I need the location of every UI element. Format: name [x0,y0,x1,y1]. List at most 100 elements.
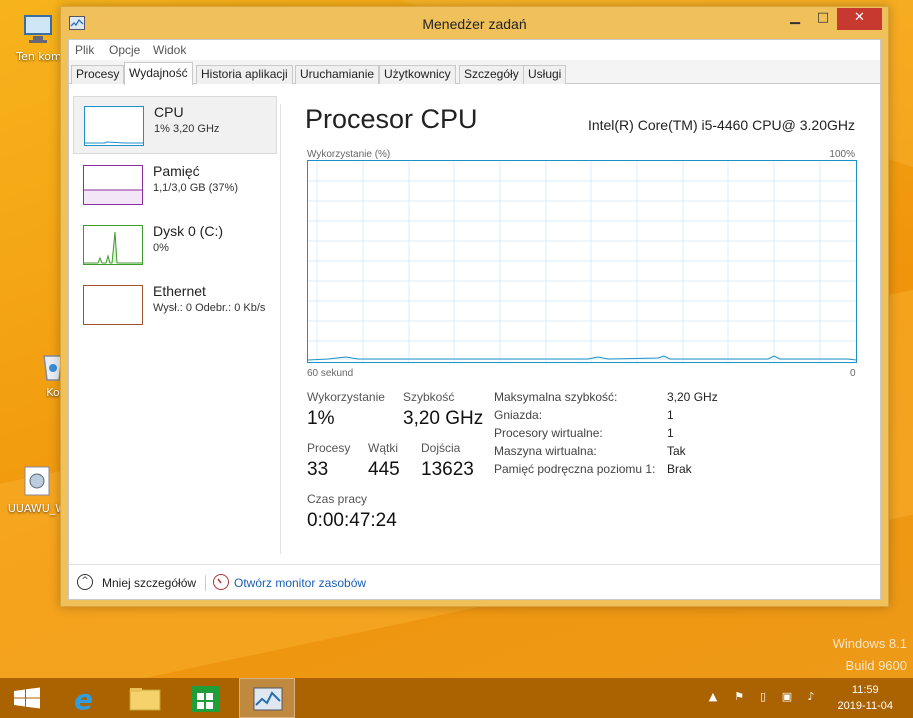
footer-bar: ^ Mniej szczegółów Otwórz monitor zasobó… [69,564,880,600]
window-client: Plik Opcje Widok Procesy Wydajność Histo… [68,39,881,600]
handles-label: Dojścia [421,441,461,455]
processes-value: 33 [307,459,329,480]
spec-label: Maszyna wirtualna: [494,444,597,458]
clock-time: 11:59 [851,684,879,696]
network-icon[interactable]: ▣ [780,690,794,704]
resource-monitor-icon[interactable] [213,574,229,590]
store-icon [191,686,219,712]
graph-x-min-label: 0 [850,368,856,379]
close-button[interactable]: ✕ [837,8,882,30]
os-watermark: Windows 8.1 [832,636,907,651]
processes-label: Procesy [307,441,351,455]
tab-startup[interactable]: Uruchamianie [295,65,380,84]
footer-separator [205,575,206,591]
build-watermark: Build 9600 [845,658,907,673]
utilization-label: Wykorzystanie [307,390,385,404]
start-button[interactable] [0,678,56,718]
tab-performance[interactable]: Wydajność [124,62,193,85]
taskbar-task-manager[interactable] [239,678,295,718]
spec-label: Gniazda: [494,408,543,422]
threads-label: Wątki [368,441,398,455]
sidebar-item-title: Ethernet [153,283,206,299]
task-manager-icon [253,687,283,711]
fewer-details-button[interactable]: Mniej szczegółów [102,576,196,590]
sidebar-item-ethernet[interactable]: Ethernet Wysł.: 0 Odebr.: 0 Kb/s [73,276,277,334]
page-title: Procesor CPU [305,104,478,134]
handles-value: 13623 [421,459,474,480]
memory-thumbnail-graph [83,165,143,205]
sidebar-item-subtitle: 0% [153,242,169,254]
title-bar[interactable]: Menedżer zadań ▁ □ ✕ [61,7,888,39]
desktop-icon-label: Ko [46,386,60,399]
task-manager-window: Menedżer zadań ▁ □ ✕ Plik Opcje Widok Pr… [60,6,889,607]
ethernet-thumbnail-graph [83,285,143,325]
disk-thumbnail-graph [83,225,143,265]
cpu-usage-graph [307,160,857,363]
cpu-usage-graph-svg [307,161,857,362]
spec-label: Maksymalna szybkość: [494,390,618,404]
tab-services[interactable]: Usługi [523,65,567,84]
tab-processes[interactable]: Procesy [71,65,125,84]
menu-options[interactable]: Opcje [109,43,140,57]
cpu-model-name: Intel(R) Core(TM) i5-4460 CPU@ 3.20GHz [587,117,855,133]
uptime-label: Czas pracy [307,492,368,506]
tab-strip: Procesy Wydajność Historia aplikacji Uru… [69,60,880,85]
chevron-up-icon[interactable]: ^ [77,574,93,590]
spec-label: Pamięć podręczna poziomu 1: [494,462,656,476]
sidebar-item-disk[interactable]: Dysk 0 (C:) 0% [73,216,277,274]
menu-view[interactable]: Widok [153,43,186,57]
sidebar-item-title: Dysk 0 (C:) [153,223,223,239]
spec-value: Brak [667,462,692,476]
cpu-thumbnail-graph [84,106,144,146]
spec-value: 1 [667,426,674,440]
tab-details[interactable]: Szczegóły [459,65,524,84]
computer-icon [22,12,56,46]
maximize-button[interactable]: □ [810,8,836,30]
minimize-button[interactable]: ▁ [782,8,808,30]
sidebar-item-memory[interactable]: Pamięć 1,1/3,0 GB (37%) [73,156,277,214]
show-hidden-icons-icon[interactable]: ▲ [706,690,720,704]
menu-bar: Plik Opcje Widok [69,40,880,60]
spec-value: 1 [667,408,674,422]
tab-app-history[interactable]: Historia aplikacji [196,65,293,84]
menu-file[interactable]: Plik [75,43,94,57]
taskbar: e ▲ ⚑ ▯ ▣ ♪ 11:59 2019-11-04 [0,678,913,718]
folder-icon [129,688,161,711]
spec-label: Procesory wirtualne: [494,426,603,440]
sidebar-item-cpu[interactable]: CPU 1% 3,20 GHz [73,96,277,154]
windows-logo-icon [14,687,40,709]
desktop-icon-label: UUAWU_W [7,502,67,515]
resource-list: CPU 1% 3,20 GHz Pamięć 1,1/3,0 GB (37%) … [69,86,281,556]
taskbar-internet-explorer[interactable]: e [56,678,112,718]
threads-value: 445 [368,459,400,480]
sidebar-item-title: Pamięć [153,163,200,179]
taskbar-file-explorer[interactable] [118,678,174,718]
desktop-icon-label: Ten kom [16,50,62,63]
volume-icon[interactable]: ♪ [804,690,818,704]
action-center-flag-icon[interactable]: ⚑ [732,690,746,704]
tab-users[interactable]: Użytkownicy [379,65,456,84]
internet-explorer-icon: e [74,683,93,716]
power-icon[interactable]: ▯ [756,690,770,704]
graph-x-label: 60 sekund [307,368,354,379]
spec-value: 3,20 GHz [667,390,718,404]
window-title: Menedżer zadań [422,16,527,32]
utilization-value: 1% [307,408,335,429]
open-resource-monitor-link[interactable]: Otwórz monitor zasobów [234,576,366,590]
svg-text:e: e [74,683,93,716]
graph-y-label: Wykorzystanie (%) [307,149,391,160]
graph-y-max-label: 100% [829,149,855,160]
speed-value: 3,20 GHz [403,408,484,429]
clock-date: 2019-11-04 [837,700,893,712]
sidebar-item-subtitle: 1,1/3,0 GB (37%) [153,182,238,194]
sidebar-item-title: CPU [154,104,184,120]
sidebar-item-subtitle: Wysł.: 0 Odebr.: 0 Kb/s [153,302,266,314]
file-icon [20,464,54,498]
sidebar-item-subtitle: 1% 3,20 GHz [154,123,220,135]
pane-divider [280,104,281,554]
taskbar-store[interactable] [177,678,233,718]
spec-value: Tak [667,444,686,458]
speed-label: Szybkość [403,390,455,404]
taskbar-clock[interactable]: 11:59 2019-11-04 [838,682,893,714]
uptime-value: 0:00:47:24 [307,510,397,531]
